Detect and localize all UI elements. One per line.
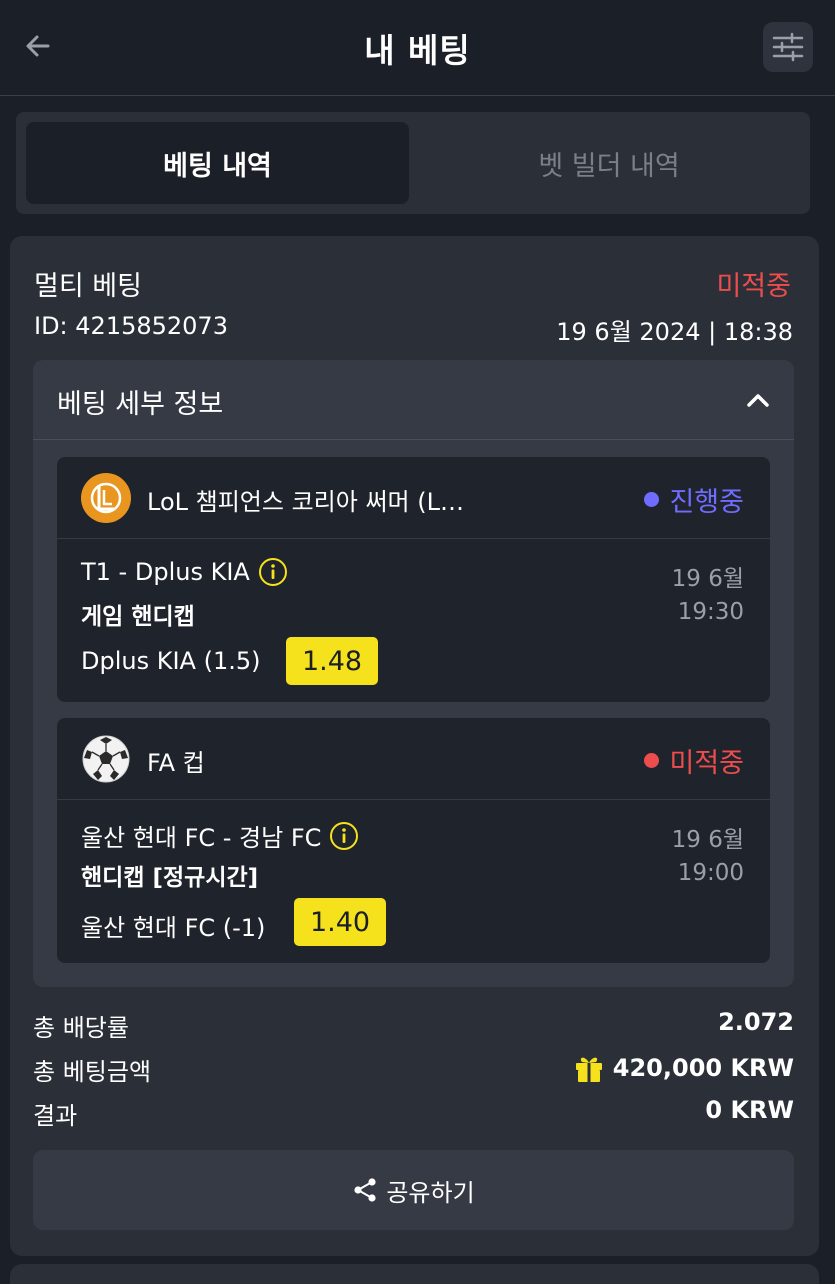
bet-tabs: 베팅 내역 벳 빌더 내역 [16, 112, 810, 214]
market-name: 게임 핸디캡 [81, 604, 195, 630]
match-name: T1 - Dplus KIA [81, 557, 288, 587]
selection-card: FA 컵 미적중 울산 현대 FC - 경남 FC 핸디캡 [정규시간] 울산 … [57, 718, 770, 963]
gift-icon [575, 1057, 602, 1082]
info-icon[interactable] [329, 821, 359, 851]
selection-date: 19 6월 [671, 566, 744, 592]
selection-date: 19 6월 [671, 827, 744, 853]
bet-type: 멀티 베팅 [34, 271, 142, 302]
bet-card: 멀티 베팅 미적중 ID: 4215852073 19 6월 2024 | 18… [10, 236, 819, 1256]
lol-icon [81, 473, 131, 523]
sliders-icon [772, 32, 804, 62]
selection-status-label: 미적중 [669, 748, 744, 779]
match-teams: T1 - Dplus KIA [81, 558, 250, 586]
status-dot [644, 492, 660, 507]
info-icon[interactable] [258, 557, 288, 587]
bet-status: 미적중 [716, 271, 791, 302]
pick-name: Dplus KIA (1.5) [81, 647, 261, 675]
share-label: 공유하기 [386, 1178, 475, 1207]
bet-details-title: 베팅 세부 정보 [57, 389, 224, 420]
match-name: 울산 현대 FC - 경남 FC [81, 818, 359, 853]
league-name: FA 컵 [147, 749, 205, 777]
result-label: 결과 [33, 1102, 78, 1130]
selection-header: FA 컵 미적중 [57, 718, 770, 800]
page-title: 내 베팅 [364, 31, 471, 70]
pick-name: 울산 현대 FC (-1) [81, 914, 266, 942]
summary-total-stake: 총 베팅금액 420,000 KRW [33, 1052, 794, 1088]
odds-badge: 1.48 [286, 637, 378, 685]
total-stake: 420,000 KRW [573, 1052, 794, 1084]
selection-card: LoL 챔피언스 코리아 써머 (L… 진행중 T1 - Dplus KIA 게… [57, 457, 770, 702]
bet-details-toggle[interactable]: 베팅 세부 정보 [33, 360, 794, 440]
tab-bet-builder-history[interactable]: 벳 빌더 내역 [416, 122, 802, 204]
selection-status-label: 진행중 [669, 487, 744, 518]
summary-result: 결과 0 KRW [33, 1096, 794, 1132]
odds-badge: 1.40 [294, 898, 386, 946]
total-odds-value: 2.072 [718, 1008, 794, 1036]
league-name: LoL 챔피언스 코리아 써머 (L… [147, 488, 464, 516]
selection-header: LoL 챔피언스 코리아 써머 (L… 진행중 [57, 457, 770, 539]
status-dot [644, 753, 660, 768]
tab-bet-history[interactable]: 베팅 내역 [26, 122, 409, 204]
share-icon [354, 1178, 376, 1202]
top-bar: 내 베팅 [0, 0, 835, 96]
total-stake-value: 420,000 KRW [612, 1054, 794, 1082]
match-teams: 울산 현대 FC - 경남 FC [81, 824, 322, 852]
summary-total-odds: 총 배당률 2.072 [33, 1008, 794, 1044]
bet-datetime: 19 6월 2024 | 18:38 [556, 318, 793, 346]
filter-button[interactable] [763, 22, 813, 72]
total-odds-label: 총 배당률 [33, 1014, 129, 1042]
result-value: 0 KRW [705, 1096, 794, 1124]
selection-time: 19:00 [677, 860, 744, 886]
soccer-ball-icon [82, 735, 130, 783]
market-name: 핸디캡 [정규시간] [81, 865, 259, 891]
bet-id: ID: 4215852073 [34, 312, 228, 340]
next-bet-card [10, 1264, 819, 1284]
selection-status: 진행중 [644, 480, 744, 519]
bet-details-panel: 베팅 세부 정보 LoL 챔피언스 코리아 써머 (L… 진행중 T1 - Dp… [33, 360, 794, 987]
chevron-up-icon [747, 394, 769, 407]
selection-time: 19:30 [677, 599, 744, 625]
total-stake-label: 총 베팅금액 [33, 1058, 152, 1086]
selection-status: 미적중 [644, 741, 744, 780]
share-button[interactable]: 공유하기 [33, 1150, 794, 1230]
